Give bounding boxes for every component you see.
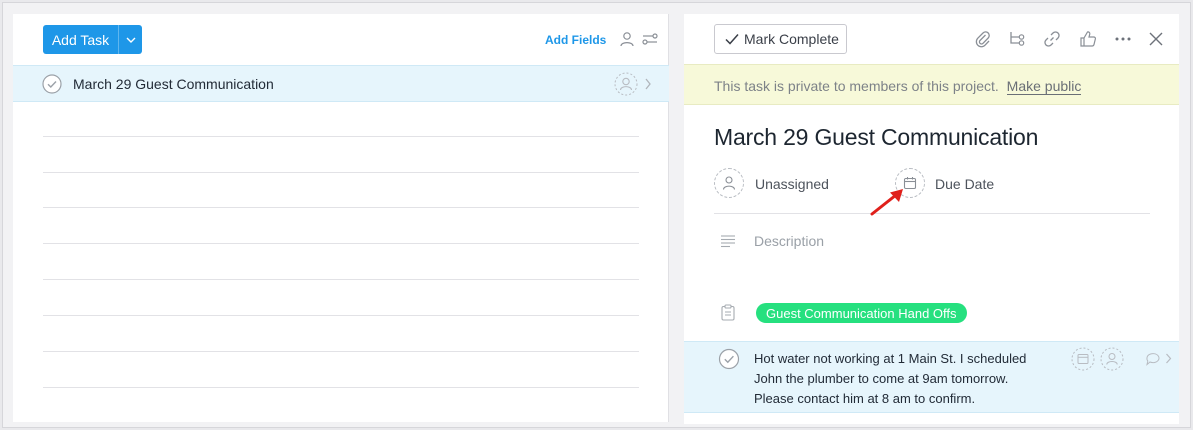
subtasks-icon[interactable] — [1008, 30, 1026, 48]
description-lines-icon — [721, 235, 735, 248]
empty-row-divider — [43, 351, 639, 352]
empty-row-divider — [43, 279, 639, 280]
assignee-label[interactable]: Unassigned — [755, 176, 829, 192]
task-list-pane: Add Task Add Fields March 29 Guest Commu… — [13, 14, 669, 422]
link-icon[interactable] — [1043, 30, 1061, 48]
private-notice-banner: This task is private to members of this … — [684, 64, 1179, 105]
person-icon — [722, 176, 736, 190]
subtask-due-date-icon[interactable] — [1071, 347, 1095, 371]
add-fields-link[interactable]: Add Fields — [545, 33, 606, 47]
task-detail-pane: Mark Complete This task is private to me… — [684, 14, 1179, 424]
add-task-dropdown-button[interactable] — [118, 25, 142, 54]
due-date-label[interactable]: Due Date — [935, 176, 994, 192]
comment-icon[interactable] — [1145, 352, 1161, 366]
subtask-row[interactable]: Hot water not working at 1 Main St. I sc… — [684, 341, 1179, 413]
empty-row-divider — [43, 243, 639, 244]
subtask-line: Please contact him at 8 am to confirm. — [754, 391, 976, 406]
empty-row-divider — [43, 136, 639, 137]
make-public-link[interactable]: Make public — [1006, 78, 1082, 95]
subtask-line: Hot water not working at 1 Main St. I sc… — [754, 351, 1027, 366]
description-field[interactable]: Description — [754, 233, 824, 249]
subtask-text[interactable]: Hot water not working at 1 Main St. I sc… — [754, 349, 1054, 409]
thumbs-up-icon[interactable] — [1079, 30, 1097, 48]
task-title[interactable]: March 29 Guest Communication — [714, 124, 1038, 151]
task-row[interactable]: March 29 Guest Communication — [13, 65, 669, 102]
chevron-right-icon[interactable] — [1165, 353, 1172, 364]
section-divider — [714, 213, 1150, 214]
assignee-button[interactable] — [714, 168, 744, 198]
mark-complete-label: Mark Complete — [744, 31, 839, 47]
assignee-avatar-icon[interactable] — [614, 72, 638, 96]
clipboard-icon — [721, 304, 735, 321]
add-task-button[interactable]: Add Task — [43, 25, 118, 54]
complete-checkmark-icon[interactable] — [42, 74, 62, 94]
project-tag[interactable]: Guest Communication Hand Offs — [756, 303, 967, 323]
chevron-down-icon — [126, 37, 135, 43]
empty-row-divider — [43, 172, 639, 173]
empty-row-divider — [43, 207, 639, 208]
subtask-line: John the plumber to come at 9am tomorrow… — [754, 371, 1009, 386]
empty-row-divider — [43, 387, 639, 388]
list-toolbar: Add Task Add Fields — [13, 14, 669, 64]
close-icon[interactable] — [1147, 30, 1165, 48]
more-options-icon[interactable] — [1114, 30, 1132, 48]
empty-row-divider — [43, 315, 639, 316]
annotation-arrow-icon — [870, 189, 903, 216]
attachment-icon[interactable] — [974, 30, 992, 48]
task-name[interactable]: March 29 Guest Communication — [73, 76, 274, 92]
mark-complete-button[interactable]: Mark Complete — [714, 24, 847, 54]
sort-options-icon[interactable] — [642, 31, 658, 47]
chevron-right-icon[interactable] — [644, 78, 652, 90]
checkmark-icon — [725, 34, 739, 45]
add-task-button-group: Add Task — [43, 25, 142, 54]
subtask-assignee-icon[interactable] — [1100, 347, 1124, 371]
private-notice-text: This task is private to members of this … — [714, 78, 999, 94]
subtask-complete-icon[interactable] — [718, 348, 740, 370]
person-filter-icon[interactable] — [619, 31, 635, 47]
